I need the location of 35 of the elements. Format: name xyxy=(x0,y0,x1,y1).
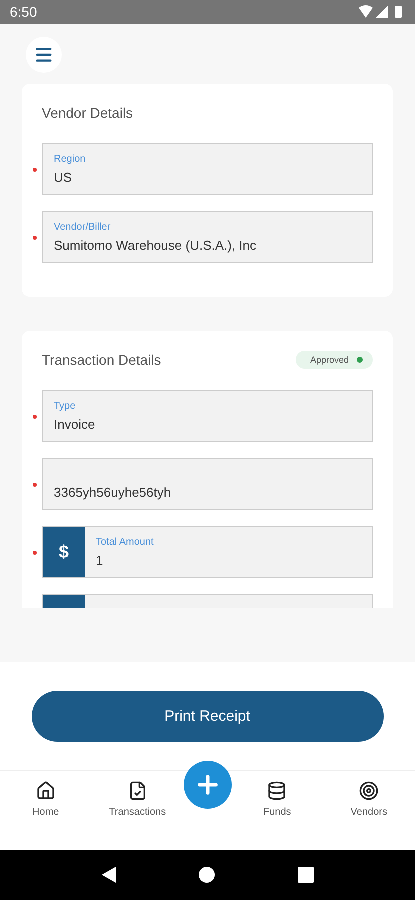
recents-icon[interactable] xyxy=(298,867,314,883)
section-title: Vendor Details xyxy=(42,105,134,121)
section-title: Transaction Details xyxy=(42,352,162,368)
coin-stack-icon xyxy=(267,781,288,801)
target-icon xyxy=(359,781,380,801)
nav-item[interactable]: Vendors xyxy=(323,771,415,819)
field-label: Type xyxy=(54,401,77,412)
field-label: Total Amount xyxy=(96,537,155,548)
input-field[interactable]: Vendor/Biller Sumitomo Warehouse (U.S.A.), Inc xyxy=(42,211,373,263)
field-label: Vendor/Biller xyxy=(54,222,112,233)
status-badge: Approved xyxy=(296,351,373,369)
input-field[interactable]: 3365yh56uyhe56tyh xyxy=(42,458,373,510)
house-icon xyxy=(36,781,56,801)
status-time: 6:50 xyxy=(10,4,38,20)
print-receipt-button[interactable]: Print Receipt xyxy=(32,690,384,742)
dollar-prefix: $ xyxy=(43,527,85,577)
nav-item[interactable]: Home xyxy=(0,771,92,819)
home-icon[interactable] xyxy=(198,867,214,883)
field-value: Sumitomo Warehouse (U.S.A.), Inc xyxy=(54,238,258,253)
back-icon[interactable] xyxy=(102,867,116,883)
input-field[interactable]: $ Total Amount 1 xyxy=(42,526,373,578)
menu-icon xyxy=(34,45,54,65)
nav-item[interactable]: Funds xyxy=(232,771,324,819)
add-button[interactable] xyxy=(184,761,232,809)
input-field[interactable]: Region US xyxy=(42,143,373,195)
menu-button[interactable] xyxy=(26,37,62,73)
field-value: 3365yh56uyhe56tyh xyxy=(54,485,172,500)
nav-item[interactable]: Transactions xyxy=(92,771,184,819)
input-field[interactable]: Type Invoice xyxy=(42,390,373,442)
status-icons xyxy=(359,5,405,19)
field-value: 1 xyxy=(96,553,104,568)
field-label: Region xyxy=(54,154,87,165)
document-check-icon xyxy=(128,781,148,801)
field-value: Invoice xyxy=(54,417,96,432)
field-value: US xyxy=(54,170,74,185)
